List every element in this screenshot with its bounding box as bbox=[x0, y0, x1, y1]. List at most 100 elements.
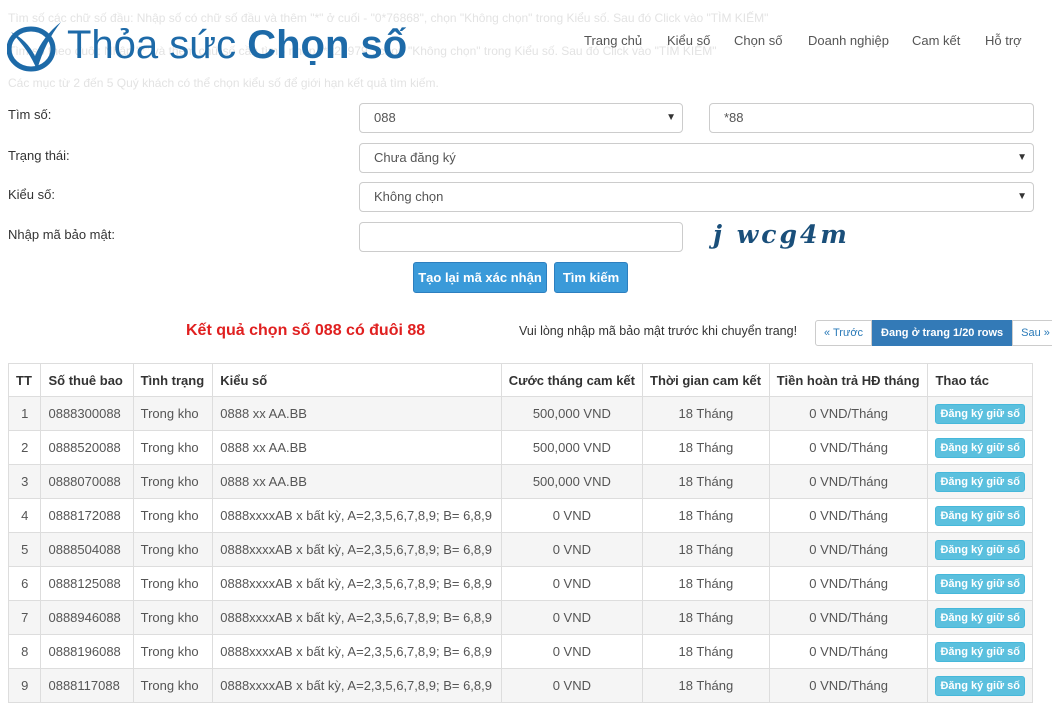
cell-refund: 0 VND/Tháng bbox=[768, 566, 929, 601]
number-type-label: Kiểu số: bbox=[8, 187, 55, 202]
register-hold-button[interactable]: Đăng ký giữ số bbox=[935, 607, 1025, 628]
header-number: Số thuê bao bbox=[40, 363, 134, 397]
header-action: Thao tác bbox=[927, 363, 1033, 397]
cell-action: Đăng ký giữ số bbox=[927, 634, 1033, 669]
cell-commit-period: 18 Tháng bbox=[642, 498, 770, 533]
chevron-down-icon: ▼ bbox=[1017, 191, 1027, 202]
status-select[interactable]: Chưa đăng ký ▼ bbox=[359, 143, 1034, 173]
table-row: 8 0888196088 Trong kho 0888xxxxAB x bất kỳ,… bbox=[7, 634, 1033, 669]
pattern-input[interactable]: *88 bbox=[709, 103, 1034, 133]
table-row: 7 0888946088 Trong kho 0888xxxxAB x bất kỳ,… bbox=[7, 600, 1033, 635]
cell-monthly-fee: 500,000 VND bbox=[500, 464, 644, 499]
cell-number: 0888196088 bbox=[40, 634, 134, 669]
cell-index: 3 bbox=[7, 464, 42, 499]
pagination-prev[interactable]: « Trước bbox=[815, 320, 873, 346]
nav-item-number-types[interactable]: Kiểu số bbox=[667, 33, 710, 48]
cell-refund: 0 VND/Tháng bbox=[768, 396, 929, 431]
nav-item-home[interactable]: Trang chủ bbox=[584, 33, 642, 48]
table-row: 3 0888070088 Trong kho 0888 xx AA.BB 500,000… bbox=[7, 464, 1033, 499]
cell-type: 0888xxxxAB x bất kỳ, A=2,3,5,6,7,8,9; B=… bbox=[212, 532, 502, 567]
register-hold-button[interactable]: Đăng ký giữ số bbox=[935, 403, 1025, 424]
register-hold-button[interactable]: Đăng ký giữ số bbox=[935, 675, 1025, 696]
nav-item-choose-number[interactable]: Chọn số bbox=[734, 33, 782, 48]
cell-status: Trong kho bbox=[132, 600, 214, 635]
cell-type: 0888xxxxAB x bất kỳ, A=2,3,5,6,7,8,9; B=… bbox=[212, 566, 502, 601]
number-type-select-value: Không chọn bbox=[374, 189, 444, 204]
cell-action: Đăng ký giữ số bbox=[927, 600, 1033, 635]
cell-commit-period: 18 Tháng bbox=[642, 600, 770, 635]
results-table: TT Số thuê bao Tình trạng Kiểu số Cước t… bbox=[7, 363, 1033, 703]
cell-monthly-fee: 500,000 VND bbox=[500, 396, 644, 431]
cell-refund: 0 VND/Tháng bbox=[768, 634, 929, 669]
logo-text-bold: Chọn số bbox=[247, 23, 408, 67]
cell-action: Đăng ký giữ số bbox=[927, 396, 1033, 431]
cell-type: 0888xxxxAB x bất kỳ, A=2,3,5,6,7,8,9; B=… bbox=[212, 634, 502, 669]
refresh-captcha-button[interactable]: Tạo lại mã xác nhận bbox=[413, 262, 547, 293]
cell-refund: 0 VND/Tháng bbox=[768, 464, 929, 499]
status-label: Trạng thái: bbox=[8, 148, 70, 163]
nav-item-commitment[interactable]: Cam kết bbox=[912, 33, 960, 48]
cell-action: Đăng ký giữ số bbox=[927, 668, 1033, 703]
cell-index: 5 bbox=[7, 532, 42, 567]
cell-status: Trong kho bbox=[132, 566, 214, 601]
cell-type: 0888xxxxAB x bất kỳ, A=2,3,5,6,7,8,9; B=… bbox=[212, 498, 502, 533]
cell-refund: 0 VND/Tháng bbox=[768, 532, 929, 567]
cell-status: Trong kho bbox=[132, 634, 214, 669]
header: Thỏa sức Chọn số Trang chủ Kiểu số Chọn … bbox=[0, 0, 1052, 92]
pagination-current: Đang ở trang 1/20 rows bbox=[872, 320, 1013, 346]
captcha-label: Nhập mã bảo mật: bbox=[8, 227, 115, 242]
number-type-select[interactable]: Không chọn ▼ bbox=[359, 182, 1034, 212]
chevron-down-icon: ▼ bbox=[666, 112, 676, 123]
cell-status: Trong kho bbox=[132, 430, 214, 465]
site-logo[interactable]: Thỏa sức Chọn số bbox=[7, 20, 427, 72]
cell-monthly-fee: 0 VND bbox=[500, 634, 644, 669]
cell-index: 9 bbox=[7, 668, 42, 703]
cell-index: 2 bbox=[7, 430, 42, 465]
header-monthly-fee: Cước tháng cam kết bbox=[500, 363, 644, 397]
cell-number: 0888172088 bbox=[40, 498, 134, 533]
header-type: Kiểu số bbox=[212, 363, 502, 397]
cell-action: Đăng ký giữ số bbox=[927, 464, 1033, 499]
captcha-note: Vui lòng nhập mã bảo mật trước khi chuyể… bbox=[519, 324, 798, 338]
cell-refund: 0 VND/Tháng bbox=[768, 600, 929, 635]
cell-commit-period: 18 Tháng bbox=[642, 464, 770, 499]
cell-number: 0888520088 bbox=[40, 430, 134, 465]
cell-refund: 0 VND/Tháng bbox=[768, 498, 929, 533]
register-hold-button[interactable]: Đăng ký giữ số bbox=[935, 505, 1025, 526]
cell-index: 7 bbox=[7, 600, 42, 635]
table-header-row: TT Số thuê bao Tình trạng Kiểu số Cước t… bbox=[7, 363, 1033, 397]
register-hold-button[interactable]: Đăng ký giữ số bbox=[935, 573, 1025, 594]
cell-index: 8 bbox=[7, 634, 42, 669]
table-row: 6 0888125088 Trong kho 0888xxxxAB x bất kỳ,… bbox=[7, 566, 1033, 601]
cell-number: 0888070088 bbox=[40, 464, 134, 499]
header-status: Tình trạng bbox=[132, 363, 214, 397]
header-refund: Tiền hoàn trả HĐ tháng bbox=[768, 363, 929, 397]
pattern-input-value: *88 bbox=[724, 110, 744, 125]
cell-action: Đăng ký giữ số bbox=[927, 498, 1033, 533]
cell-status: Trong kho bbox=[132, 668, 214, 703]
cell-status: Trong kho bbox=[132, 464, 214, 499]
results-table-body: 1 0888300088 Trong kho 0888 xx AA.BB 500,000… bbox=[7, 396, 1033, 703]
register-hold-button[interactable]: Đăng ký giữ số bbox=[935, 641, 1025, 662]
cell-index: 4 bbox=[7, 498, 42, 533]
status-select-value: Chưa đăng ký bbox=[374, 150, 456, 165]
pagination-next[interactable]: Sau » bbox=[1012, 320, 1052, 346]
nav-item-support[interactable]: Hỗ trợ bbox=[985, 33, 1022, 48]
cell-monthly-fee: 0 VND bbox=[500, 532, 644, 567]
cell-type: 0888xxxxAB x bất kỳ, A=2,3,5,6,7,8,9; B=… bbox=[212, 600, 502, 635]
cell-action: Đăng ký giữ số bbox=[927, 532, 1033, 567]
cell-index: 6 bbox=[7, 566, 42, 601]
cell-number: 0888125088 bbox=[40, 566, 134, 601]
cell-type: 0888 xx AA.BB bbox=[212, 396, 502, 431]
nav-item-business[interactable]: Doanh nghiệp bbox=[808, 33, 889, 48]
cell-number: 0888300088 bbox=[40, 396, 134, 431]
register-hold-button[interactable]: Đăng ký giữ số bbox=[935, 437, 1025, 458]
register-hold-button[interactable]: Đăng ký giữ số bbox=[935, 539, 1025, 560]
cell-monthly-fee: 0 VND bbox=[500, 668, 644, 703]
captcha-input[interactable] bbox=[359, 222, 683, 252]
search-button[interactable]: Tìm kiếm bbox=[554, 262, 628, 293]
register-hold-button[interactable]: Đăng ký giữ số bbox=[935, 471, 1025, 492]
cell-number: 0888504088 bbox=[40, 532, 134, 567]
prefix-select[interactable]: 088 ▼ bbox=[359, 103, 683, 133]
pagination: « Trước Đang ở trang 1/20 rows Sau » bbox=[815, 320, 1052, 346]
